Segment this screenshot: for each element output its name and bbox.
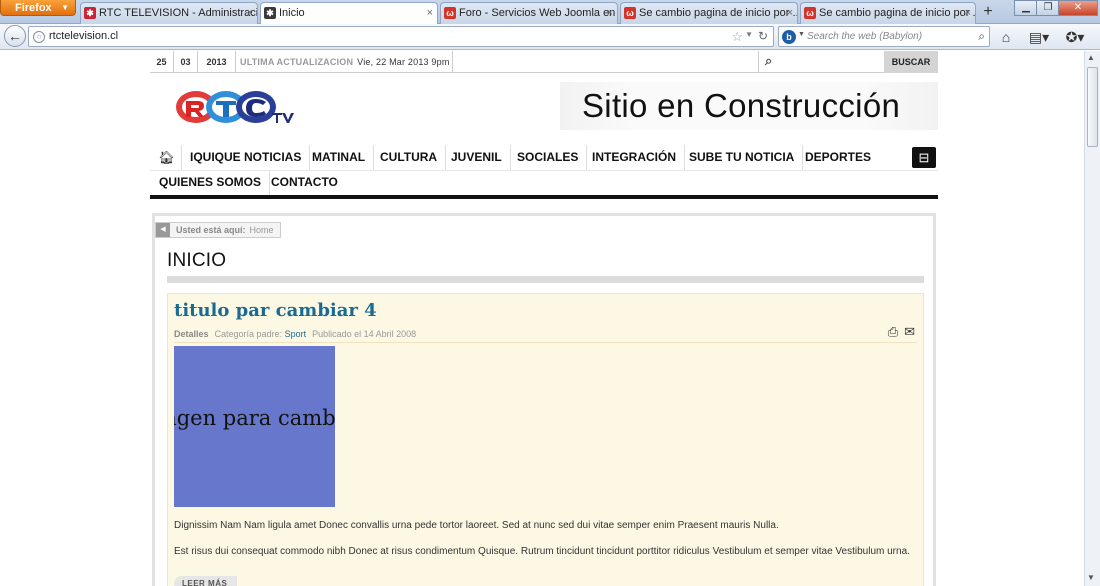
page-title: INICIO bbox=[167, 250, 227, 271]
browser-tab-bar: Firefox ▼ ✱ RTC TELEVISION - Administrac… bbox=[0, 0, 1100, 25]
article-image: Imagen para cambiar bbox=[174, 346, 335, 507]
nav-sube-tu-noticia[interactable]: SUBE TU NOTICIA bbox=[681, 145, 804, 170]
content-area: ◀ Usted está aquí: Home INICIO titulo par… bbox=[152, 213, 936, 586]
browser-nav-bar: ← ○ rtctelevision.cl ☆ ▼ ↻ b ▼ Search th… bbox=[0, 24, 1100, 50]
article-card: titulo par cambiar 4 Detalles Categoría p… bbox=[167, 293, 924, 586]
nav-deportes[interactable]: DEPORTES bbox=[797, 145, 879, 170]
firefox-menu-button[interactable]: Firefox ▼ bbox=[0, 0, 76, 16]
firefox-menu-label: Firefox bbox=[15, 2, 52, 14]
bookmark-star-icon[interactable]: ☆ bbox=[731, 29, 743, 45]
nav-quienes-somos[interactable]: QUIENES SOMOS bbox=[151, 170, 271, 195]
published-date: Publicado el 14 Abril 2008 bbox=[312, 329, 417, 339]
globe-icon: ○ bbox=[33, 31, 45, 43]
chevron-down-icon[interactable]: ▼ bbox=[745, 30, 753, 39]
chevron-down-icon: ▼ bbox=[61, 3, 69, 12]
last-update: ULTIMA ACTUALIZACION Vie, 22 Mar 2013 9pm bbox=[240, 51, 450, 73]
details-label: Detalles bbox=[174, 329, 209, 339]
print-icon[interactable]: ⎙ bbox=[888, 324, 898, 339]
category-label: Categoría padre: bbox=[214, 329, 283, 339]
home-icon[interactable]: ⌂ bbox=[997, 28, 1015, 46]
tab-title: Se cambio pagina de inicio por ... bbox=[639, 7, 798, 19]
email-icon[interactable]: ✉ bbox=[904, 324, 915, 339]
tab-se-cambio-1[interactable]: ω Se cambio pagina de inicio por ... × bbox=[620, 2, 798, 24]
read-more-button[interactable]: LEER MÁS bbox=[174, 576, 238, 586]
nav-matinal[interactable]: MATINAL bbox=[304, 145, 375, 170]
rtc-tv-logo[interactable] bbox=[174, 87, 298, 127]
url-bar[interactable]: ○ rtctelevision.cl ☆ ▼ ↻ bbox=[28, 26, 774, 47]
bookmarks-menu-icon[interactable]: ▤▾ bbox=[1026, 28, 1052, 46]
article-actions: ⎙ ✉ bbox=[882, 324, 915, 340]
tab-se-cambio-2[interactable]: ω Se cambio pagina de inicio por ... × bbox=[800, 2, 976, 24]
site-favicon-icon: ✱ bbox=[264, 7, 276, 19]
chevron-down-icon[interactable]: ▼ bbox=[798, 31, 805, 38]
last-update-value: Vie, 22 Mar 2013 9pm bbox=[357, 57, 450, 67]
tab-title: Foro - Servicios Web Joomla en ... bbox=[459, 7, 618, 19]
url-text[interactable]: rtctelevision.cl bbox=[49, 30, 118, 42]
scrollbar-thumb[interactable] bbox=[1087, 67, 1098, 147]
scroll-up-icon[interactable]: ▲ bbox=[1087, 53, 1095, 62]
minimize-button[interactable]: ▁ bbox=[1014, 0, 1038, 16]
breadcrumb: ◀ Usted está aquí: Home bbox=[155, 222, 281, 238]
nav-contacto[interactable]: CONTACTO bbox=[263, 170, 346, 195]
search-button[interactable]: BUSCAR bbox=[884, 51, 938, 73]
home-icon[interactable]: 🏠︎ bbox=[152, 145, 182, 170]
new-tab-button[interactable]: + bbox=[978, 3, 998, 23]
construction-banner: Sitio en Construcción bbox=[560, 82, 938, 130]
tab-foro[interactable]: ω Foro - Servicios Web Joomla en ... × bbox=[440, 2, 618, 24]
search-icon[interactable]: ⌕ bbox=[978, 29, 985, 44]
forum-favicon-icon: ω bbox=[804, 7, 816, 19]
divider bbox=[174, 342, 917, 343]
close-icon[interactable]: × bbox=[247, 3, 253, 23]
addon-icon[interactable]: ✪▾ bbox=[1062, 28, 1088, 46]
breadcrumb-label: Usted está aquí: bbox=[176, 225, 246, 235]
page-viewport: 25 03 2013 ULTIMA ACTUALIZACION Vie, 22 M… bbox=[0, 51, 1084, 586]
article-meta: Detalles Categoría padre: Sport Publicado … bbox=[174, 329, 416, 339]
main-navigation: 🏠︎ IQUIQUE NOTICIAS MATINAL CULTURA JUVE… bbox=[150, 145, 938, 199]
last-update-label: ULTIMA ACTUALIZACION bbox=[240, 57, 354, 67]
tab-rtc-admin[interactable]: ✱ RTC TELEVISION - Administración × bbox=[80, 2, 258, 24]
site-search-input[interactable]: ⌕ bbox=[758, 51, 884, 73]
close-icon[interactable]: × bbox=[607, 3, 613, 23]
nav-iquique-noticias[interactable]: IQUIQUE NOTICIAS bbox=[182, 145, 311, 170]
search-placeholder: Search the web (Babylon) bbox=[807, 31, 923, 42]
page-scrollbar[interactable]: ▲ ▼ bbox=[1084, 51, 1100, 586]
back-button[interactable]: ← bbox=[4, 25, 26, 47]
nav-juvenil[interactable]: JUVENIL bbox=[443, 145, 511, 170]
tab-title: Se cambio pagina de inicio por ... bbox=[819, 7, 976, 19]
forum-favicon-icon: ω bbox=[624, 7, 636, 19]
date-year: 2013 bbox=[198, 51, 236, 73]
babylon-engine-icon[interactable]: b bbox=[782, 30, 796, 44]
date-month: 03 bbox=[174, 51, 198, 73]
tab-title: Inicio bbox=[279, 7, 305, 19]
tab-inicio[interactable]: ✱ Inicio × bbox=[260, 2, 438, 25]
article-title[interactable]: titulo par cambiar 4 bbox=[174, 300, 377, 321]
nav-integracion[interactable]: INTEGRACIÓN bbox=[584, 145, 685, 170]
image-caption: Imagen para cambiar bbox=[174, 406, 335, 430]
close-icon[interactable]: × bbox=[965, 3, 971, 23]
nav-cultura[interactable]: CULTURA bbox=[372, 145, 447, 170]
reload-icon[interactable]: ↻ bbox=[758, 29, 768, 43]
scroll-down-icon[interactable]: ▼ bbox=[1087, 573, 1095, 582]
close-icon[interactable]: × bbox=[787, 3, 793, 23]
breadcrumb-home-link[interactable]: Home bbox=[250, 225, 274, 235]
article-paragraph: Est risus dui consequat commodo nibh Don… bbox=[174, 546, 910, 557]
nav-sociales[interactable]: SOCIALES bbox=[509, 145, 588, 170]
search-icon: ⌕ bbox=[765, 53, 773, 68]
date-day: 25 bbox=[150, 51, 174, 73]
web-search-bar[interactable]: b ▼ Search the web (Babylon) ⌕ bbox=[778, 26, 990, 47]
joomla-favicon-icon: ✱ bbox=[84, 7, 96, 19]
tab-title: RTC TELEVISION - Administración bbox=[99, 7, 258, 19]
article-paragraph: Dignissim Nam Nam ligula amet Donec conv… bbox=[174, 520, 779, 531]
top-info-strip: 25 03 2013 ULTIMA ACTUALIZACION Vie, 22 M… bbox=[150, 51, 938, 73]
close-icon[interactable]: × bbox=[427, 3, 433, 23]
menu-toggle-icon[interactable]: ⊟ bbox=[912, 147, 936, 168]
chevron-left-icon: ◀ bbox=[156, 223, 170, 237]
forum-favicon-icon: ω bbox=[444, 7, 456, 19]
window-close-button[interactable]: ✕ bbox=[1058, 0, 1098, 16]
maximize-button[interactable]: ❐ bbox=[1036, 0, 1060, 16]
divider bbox=[452, 51, 453, 73]
title-divider bbox=[167, 276, 924, 283]
category-link[interactable]: Sport bbox=[285, 329, 307, 339]
